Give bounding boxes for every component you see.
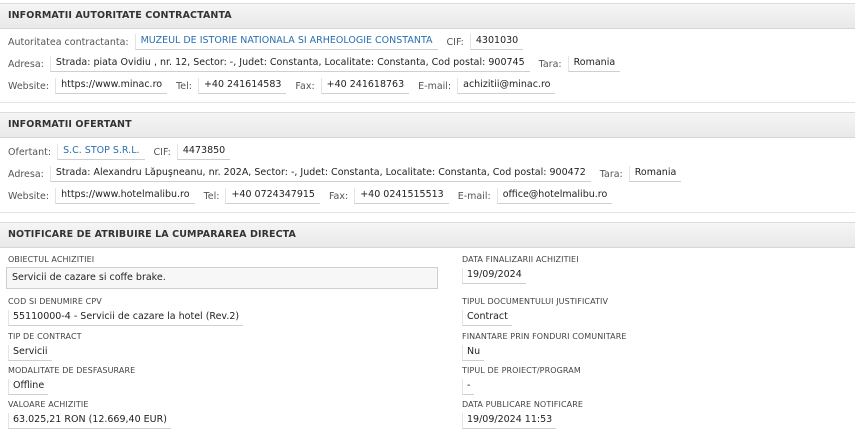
- finantare-label: FINANTARE PRIN FONDURI COMUNITARE: [462, 332, 627, 341]
- data-publicare-label: DATA PUBLICARE NOTIFICARE: [462, 400, 584, 409]
- cpv-label: COD SI DENUMIRE CPV: [8, 297, 102, 306]
- cpv-value: 55110000-4 - Servicii de cazare la hotel…: [8, 310, 244, 326]
- ofertant-contact-row: Website: https://www.hotelmalibu.ro Tel:…: [8, 188, 621, 204]
- ofertant-adresa-value: Strada: Alexandru Lăpuşneanu, nr. 202A, …: [49, 166, 591, 182]
- divider: [0, 102, 855, 103]
- tip-proiect-label: TIPUL DE PROIECT/PROGRAM: [462, 366, 581, 375]
- ofertant-fax-value: +40 0241515513: [354, 188, 449, 204]
- data-finalizarii-label: DATA FINALIZARII ACHIZITIEI: [462, 255, 579, 264]
- ofertant-fax-label: Fax:: [328, 190, 349, 202]
- autoritate-fax-value: +40 241618763: [320, 78, 410, 94]
- ofertant-cif-value: 4473850: [176, 144, 231, 160]
- ofertant-label: Ofertant:: [8, 146, 52, 158]
- autoritate-fax-label: Fax:: [295, 80, 315, 92]
- section-header-ofertant: INFORMATII OFERTANT: [0, 112, 855, 138]
- valoare-label: VALOARE ACHIZITIE: [8, 400, 89, 409]
- autoritate-email-label: E-mail:: [418, 80, 452, 92]
- tip-contract-label: TIP DE CONTRACT: [8, 332, 82, 341]
- tip-document-label: TIPUL DOCUMENTULUI JUSTIFICATIV: [462, 297, 609, 306]
- ofertant-email-label: E-mail:: [457, 190, 491, 202]
- autoritate-name-row: Autoritatea contractanta: MUZEUL DE ISTO…: [8, 34, 532, 50]
- autoritate-website-value: https://www.minac.ro: [55, 78, 168, 94]
- autoritate-tara-label: Tara:: [538, 58, 562, 70]
- modalitate-label: MODALITATE DE DESFASURARE: [8, 366, 136, 375]
- ofertant-tel-label: Tel:: [203, 190, 220, 202]
- autoritate-label: Autoritatea contractanta:: [8, 36, 129, 48]
- finantare-value: Nu: [462, 345, 485, 361]
- ofertant-website-label: Website:: [8, 190, 50, 202]
- ofertant-name-row: Ofertant: S.C. STOP S.R.L. CIF: 4473850: [8, 144, 239, 160]
- ofertant-website-value: https://www.hotelmalibu.ro: [55, 188, 195, 204]
- ofertant-tara-label: Tara:: [599, 168, 623, 180]
- tip-document-value: Contract: [462, 310, 512, 326]
- ofertant-adresa-label: Adresa:: [8, 168, 44, 180]
- tip-proiect-value: -: [462, 379, 475, 395]
- obiect-value: Servicii de cazare si coffe brake.: [6, 267, 438, 289]
- data-finalizarii-value: 19/09/2024: [462, 268, 526, 284]
- autoritate-adresa-value: Strada: piata Ovidiu , nr. 12, Sector: -…: [49, 56, 530, 72]
- ofertant-name-link[interactable]: S.C. STOP S.R.L.: [57, 144, 145, 160]
- ofertant-tel-value: +40 0724347915: [225, 188, 320, 204]
- autoritate-contact-row: Website: https://www.minac.ro Tel: +40 2…: [8, 78, 564, 94]
- obiect-label: OBIECTUL ACHIZITIEI: [8, 255, 95, 264]
- autoritate-tel-label: Tel:: [176, 80, 192, 92]
- ofertant-email-value: office@hotelmalibu.ro: [496, 188, 613, 204]
- autoritate-cif-value: 4301030: [469, 34, 524, 50]
- ofertant-address-row: Adresa: Strada: Alexandru Lăpuşneanu, nr…: [8, 166, 690, 182]
- divider: [0, 212, 855, 213]
- modalitate-value: Offline: [8, 379, 49, 395]
- section-header-notificare: NOTIFICARE DE ATRIBUIRE LA CUMPARAREA DI…: [0, 222, 855, 248]
- autoritate-tel-value: +40 241614583: [197, 78, 287, 94]
- data-publicare-value: 19/09/2024 11:53: [462, 413, 557, 429]
- autoritate-name-link[interactable]: MUZEUL DE ISTORIE NATIONALA SI ARHEOLOGI…: [134, 34, 438, 50]
- autoritate-website-label: Website:: [8, 80, 50, 92]
- autoritate-tara-value: Romania: [567, 56, 621, 72]
- section-header-autoritate: INFORMATII AUTORITATE CONTRACTANTA: [0, 3, 855, 29]
- ofertant-tara-value: Romania: [628, 166, 682, 182]
- autoritate-adresa-label: Adresa:: [8, 58, 44, 70]
- ofertant-cif-label: CIF:: [153, 146, 171, 158]
- tip-contract-value: Servicii: [8, 345, 52, 361]
- autoritate-cif-label: CIF:: [446, 36, 464, 48]
- autoritate-email-value: achizitii@minac.ro: [457, 78, 556, 94]
- autoritate-address-row: Adresa: Strada: piata Ovidiu , nr. 12, S…: [8, 56, 629, 72]
- valoare-value: 63.025,21 RON (12.669,40 EUR): [8, 413, 171, 429]
